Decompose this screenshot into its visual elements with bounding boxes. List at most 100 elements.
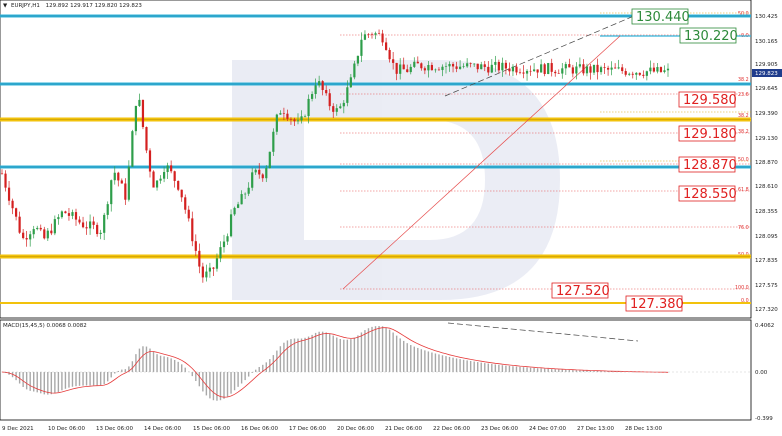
candle-body xyxy=(233,207,236,215)
price-tick: 128.355 xyxy=(755,209,778,215)
candle-body xyxy=(466,63,469,67)
candle-body xyxy=(152,171,155,188)
candle-body xyxy=(289,118,293,120)
candle-body xyxy=(113,172,116,181)
candle-body xyxy=(649,67,652,72)
price-tick: 128.610 xyxy=(755,184,778,190)
candle-body xyxy=(406,69,409,73)
candle-body xyxy=(71,212,74,216)
candle-body xyxy=(103,214,106,233)
candle-body xyxy=(413,61,416,67)
candle-body xyxy=(314,85,317,95)
candle-body xyxy=(508,68,511,72)
candle-body xyxy=(342,102,345,107)
candle-body xyxy=(92,221,95,225)
current-price-label: 129.823 xyxy=(755,71,778,77)
candle-body xyxy=(423,68,426,71)
candle-body xyxy=(106,204,109,215)
candle-body xyxy=(138,99,141,106)
candle-body xyxy=(328,93,331,107)
candle-body xyxy=(564,64,567,69)
time-tick: 21 Dec 06:00 xyxy=(385,426,422,432)
candle-body xyxy=(74,212,78,220)
candle-body xyxy=(36,227,39,230)
candle-body xyxy=(180,189,183,198)
candle-body xyxy=(427,65,430,71)
chart-canvas[interactable]: ▼ EURJPY,H1 129.892 129.917 129.820 129.… xyxy=(0,0,782,436)
macd-axis[interactable]: 0.4062 0.00 -0.399 xyxy=(755,323,774,422)
candle-body xyxy=(356,55,360,64)
candle-body xyxy=(32,229,35,235)
candle-body xyxy=(339,106,342,109)
time-tick: 13 Dec 06:00 xyxy=(96,426,133,432)
candle-body xyxy=(310,94,314,99)
candle-body xyxy=(451,64,455,67)
time-tick: 28 Dec 13:00 xyxy=(625,426,662,432)
candle-body xyxy=(332,106,335,112)
candle-body xyxy=(603,67,606,68)
candle-body xyxy=(244,193,247,195)
candle-body xyxy=(420,63,423,69)
candle-body xyxy=(596,64,599,73)
candle-body xyxy=(346,87,349,103)
candle-body xyxy=(384,42,388,50)
chart-window[interactable]: ▼ EURJPY,H1 129.892 129.917 129.820 129.… xyxy=(0,0,782,436)
watermark-logo xyxy=(232,60,560,300)
macd-tick: -0.399 xyxy=(755,416,773,422)
candle-body xyxy=(617,67,620,69)
candle-body xyxy=(434,69,437,71)
candle-body xyxy=(416,61,419,64)
candle-body xyxy=(392,59,395,63)
candle-body xyxy=(663,70,666,72)
candle-body xyxy=(286,113,289,119)
svg-text:100.0: 100.0 xyxy=(735,285,749,291)
candle-body xyxy=(455,66,458,69)
candle-body xyxy=(540,64,543,73)
time-tick: 20 Dec 06:00 xyxy=(337,426,374,432)
candle-body xyxy=(198,250,201,267)
level-label-129580: 129.580 xyxy=(683,93,737,108)
candle-body xyxy=(367,34,370,35)
candle-body xyxy=(236,204,240,208)
candle-body xyxy=(568,64,571,68)
price-tick: 129.390 xyxy=(755,111,778,117)
macd-tick: 0.4062 xyxy=(755,323,774,329)
candle-body xyxy=(497,61,500,71)
candle-body xyxy=(536,69,539,73)
candle-body xyxy=(29,234,32,240)
candle-body xyxy=(120,180,123,184)
candle-body xyxy=(219,247,222,259)
candle-body xyxy=(208,267,212,272)
candle-body xyxy=(134,105,138,132)
candle-body xyxy=(511,66,515,72)
candle-body xyxy=(85,227,88,229)
candle-body xyxy=(50,230,53,234)
price-tick: 130.425 xyxy=(755,14,778,20)
time-axis[interactable]: 9 Dec 2021 10 Dec 06:00 13 Dec 06:00 14 … xyxy=(2,426,662,432)
candle-body xyxy=(606,67,610,70)
candle-body xyxy=(473,63,476,65)
candle-body xyxy=(124,183,127,200)
candle-body xyxy=(335,108,338,112)
candle-body xyxy=(631,73,634,75)
candle-body xyxy=(592,64,596,73)
candle-body xyxy=(282,113,286,114)
candle-body xyxy=(226,236,229,242)
candle-body xyxy=(557,73,560,74)
candle-body xyxy=(247,187,250,194)
candle-body xyxy=(110,180,113,205)
candle-body xyxy=(374,33,377,35)
menu-icon[interactable]: ▼ xyxy=(3,3,8,9)
candle-body xyxy=(518,72,522,74)
candle-body xyxy=(585,66,589,74)
price-tick: 127.835 xyxy=(755,258,778,264)
candle-body xyxy=(148,150,152,172)
candle-body xyxy=(78,219,81,223)
macd-histogram xyxy=(4,326,669,401)
candle-body xyxy=(14,208,18,217)
price-axis[interactable]: 130.425 130.165 129.905 129.645 129.390 … xyxy=(752,14,782,313)
candle-body xyxy=(402,64,405,70)
candle-body xyxy=(307,98,310,117)
candle-body xyxy=(254,169,257,173)
candle-body xyxy=(222,241,226,248)
